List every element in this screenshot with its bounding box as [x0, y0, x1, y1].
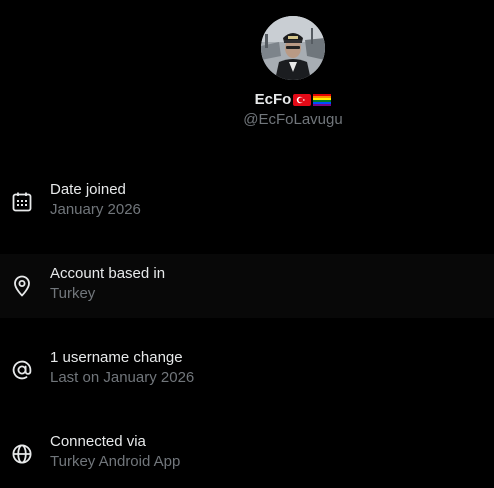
- avatar[interactable]: [261, 16, 325, 80]
- about-row-username-changes: 1 username change Last on January 2026: [0, 338, 494, 402]
- about-row-connected-via: Connected via Turkey Android App: [0, 422, 494, 486]
- location-pin-icon: [14, 275, 30, 297]
- about-row-title: Account based in: [50, 265, 166, 282]
- profile-header: EcFo @EcFoLavugu: [0, 0, 494, 150]
- avatar-image: [261, 16, 325, 80]
- about-row-title: Date joined: [50, 181, 126, 198]
- about-row-title: 1 username change: [50, 349, 183, 366]
- at-sign-icon: [12, 360, 32, 380]
- username-handle: @EcFoLavugu: [243, 111, 343, 128]
- calendar-icon: [12, 192, 32, 212]
- about-row-value: Turkey Android App: [50, 453, 181, 470]
- about-row-value: January 2026: [50, 201, 141, 218]
- about-row-title: Connected via: [50, 433, 146, 450]
- display-name: EcFo: [254, 91, 292, 108]
- globe-icon: [12, 444, 32, 464]
- about-row-value: Last on January 2026: [50, 369, 195, 386]
- about-row-date-joined: Date joined January 2026: [0, 170, 494, 234]
- about-row-value: Turkey: [50, 285, 96, 302]
- about-row-account-location: Account based in Turkey: [0, 254, 494, 318]
